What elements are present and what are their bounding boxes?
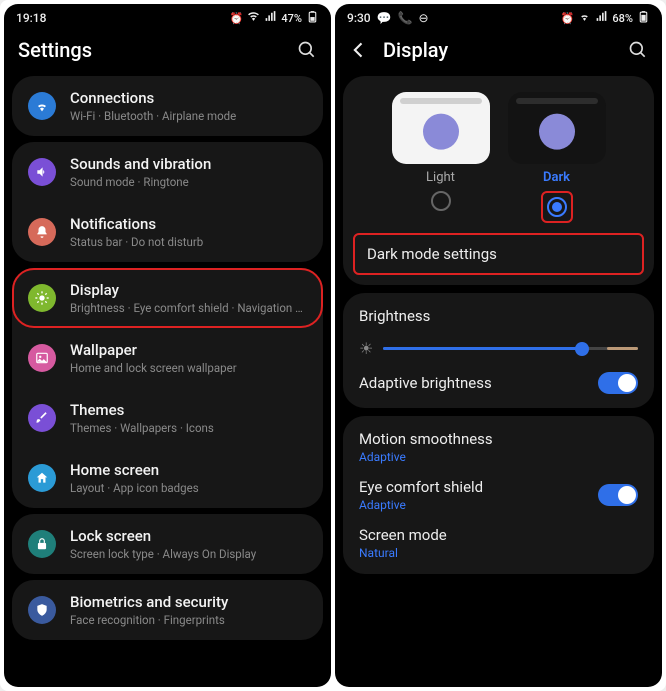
item-title: Connections bbox=[70, 89, 307, 107]
brightness-slider-row: ☀ bbox=[359, 339, 638, 358]
eye-title: Eye comfort shield bbox=[359, 478, 598, 496]
titlebar: Settings bbox=[4, 28, 331, 76]
item-sub: Screen lock type · Always On Display bbox=[70, 547, 307, 561]
settings-screen: 19:18 ⏰ 47% Settings bbox=[4, 4, 331, 687]
display-screen: 9:30 💬 📞 ⊖ ⏰ 68% bbox=[335, 4, 662, 687]
home-icon bbox=[28, 464, 56, 492]
status-time: 9:30 bbox=[347, 11, 371, 25]
item-wallpaper[interactable]: Wallpaper Home and lock screen wallpaper bbox=[12, 328, 323, 388]
settings-list: Connections Wi-Fi · Bluetooth · Airplane… bbox=[4, 76, 331, 640]
item-display[interactable]: Display Brightness · Eye comfort shield … bbox=[12, 268, 323, 328]
battery-icon bbox=[637, 10, 650, 26]
item-sub: Status bar · Do not disturb bbox=[70, 235, 307, 249]
item-title: Sounds and vibration bbox=[70, 155, 307, 173]
speaker-icon bbox=[28, 158, 56, 186]
item-title: Wallpaper bbox=[70, 341, 307, 359]
dark-mode-settings-label: Dark mode settings bbox=[367, 245, 497, 263]
image-icon bbox=[28, 344, 56, 372]
adaptive-brightness-label: Adaptive brightness bbox=[359, 374, 598, 392]
battery-percent: 68% bbox=[612, 12, 633, 25]
bell-icon bbox=[28, 218, 56, 246]
phone-icon: 📞 bbox=[398, 11, 413, 25]
page-title: Settings bbox=[18, 38, 283, 62]
mode-label: Light bbox=[426, 170, 455, 185]
back-button[interactable] bbox=[349, 40, 369, 60]
theme-mode-panel: Light Dark Dark mode settings bbox=[343, 76, 654, 285]
mode-dark[interactable]: Dark bbox=[508, 92, 606, 223]
adaptive-brightness-toggle[interactable] bbox=[598, 372, 638, 394]
motion-title: Motion smoothness bbox=[359, 430, 638, 448]
brightness-label: Brightness bbox=[359, 307, 638, 325]
item-title: Notifications bbox=[70, 215, 307, 233]
chat-icon: 💬 bbox=[377, 11, 392, 25]
item-notifications[interactable]: Notifications Status bar · Do not distur… bbox=[12, 202, 323, 262]
mode-light[interactable]: Light bbox=[392, 92, 490, 223]
item-themes[interactable]: Themes Themes · Wallpapers · Icons bbox=[12, 388, 323, 448]
battery-icon bbox=[306, 10, 319, 26]
sun-icon bbox=[28, 284, 56, 312]
search-button[interactable] bbox=[297, 40, 317, 60]
wifi-icon bbox=[28, 92, 56, 120]
status-right: ⏰ 47% bbox=[230, 10, 319, 26]
wifi-icon bbox=[578, 10, 591, 26]
item-home-screen[interactable]: Home screen Layout · App icon badges bbox=[12, 448, 323, 508]
page-title: Display bbox=[383, 38, 614, 62]
item-sounds[interactable]: Sounds and vibration Sound mode · Ringto… bbox=[12, 142, 323, 202]
item-sub: Sound mode · Ringtone bbox=[70, 175, 307, 189]
alarm-icon: ⏰ bbox=[230, 12, 244, 25]
item-sub: Brightness · Eye comfort shield · Naviga… bbox=[70, 301, 307, 315]
adaptive-brightness-row[interactable]: Adaptive brightness bbox=[359, 372, 638, 394]
item-connections[interactable]: Connections Wi-Fi · Bluetooth · Airplane… bbox=[12, 76, 323, 136]
motion-smoothness-row[interactable]: Motion smoothness Adaptive bbox=[359, 430, 638, 464]
dark-preview-icon bbox=[508, 92, 606, 164]
status-bar: 9:30 💬 📞 ⊖ ⏰ 68% bbox=[335, 4, 662, 28]
item-biometrics[interactable]: Biometrics and security Face recognition… bbox=[12, 580, 323, 640]
eye-sub: Adaptive bbox=[359, 498, 598, 512]
sun-icon: ☀ bbox=[359, 339, 373, 358]
item-sub: Face recognition · Fingerprints bbox=[70, 613, 307, 627]
brightness-section: Brightness ☀ Adaptive brightness bbox=[343, 293, 654, 408]
motion-sub: Adaptive bbox=[359, 450, 638, 464]
radio-dark[interactable] bbox=[547, 197, 567, 217]
item-title: Lock screen bbox=[70, 527, 307, 545]
titlebar: Display bbox=[335, 28, 662, 76]
battery-percent: 47% bbox=[281, 12, 302, 25]
screen-mode-row[interactable]: Screen mode Natural bbox=[359, 526, 638, 560]
screen-mode-sub: Natural bbox=[359, 546, 638, 560]
mode-label: Dark bbox=[543, 170, 570, 185]
item-sub: Home and lock screen wallpaper bbox=[70, 361, 307, 375]
item-sub: Wi-Fi · Bluetooth · Airplane mode bbox=[70, 109, 307, 123]
display-options-section: Motion smoothness Adaptive Eye comfort s… bbox=[343, 416, 654, 574]
alarm-icon: ⏰ bbox=[561, 12, 575, 25]
light-preview-icon bbox=[392, 92, 490, 164]
eye-comfort-toggle[interactable] bbox=[598, 484, 638, 506]
status-bar: 19:18 ⏰ 47% bbox=[4, 4, 331, 28]
item-title: Home screen bbox=[70, 461, 307, 479]
item-sub: Themes · Wallpapers · Icons bbox=[70, 421, 307, 435]
lock-icon bbox=[28, 530, 56, 558]
item-title: Biometrics and security bbox=[70, 593, 307, 611]
eye-comfort-row[interactable]: Eye comfort shield Adaptive bbox=[359, 478, 638, 512]
item-title: Display bbox=[70, 281, 307, 299]
brightness-slider[interactable] bbox=[383, 347, 638, 350]
signal-icon bbox=[595, 10, 608, 26]
brush-icon bbox=[28, 404, 56, 432]
search-button[interactable] bbox=[628, 40, 648, 60]
wifi-icon bbox=[247, 10, 260, 26]
dnd-icon: ⊖ bbox=[419, 11, 429, 25]
radio-light[interactable] bbox=[431, 191, 451, 211]
signal-icon bbox=[264, 10, 277, 26]
status-time: 19:18 bbox=[16, 11, 46, 25]
shield-icon bbox=[28, 596, 56, 624]
screen-mode-title: Screen mode bbox=[359, 526, 638, 544]
item-lock-screen[interactable]: Lock screen Screen lock type · Always On… bbox=[12, 514, 323, 574]
status-right: ⏰ 68% bbox=[561, 10, 650, 26]
item-title: Themes bbox=[70, 401, 307, 419]
item-sub: Layout · App icon badges bbox=[70, 481, 307, 495]
dark-mode-settings-row[interactable]: Dark mode settings bbox=[353, 233, 644, 275]
